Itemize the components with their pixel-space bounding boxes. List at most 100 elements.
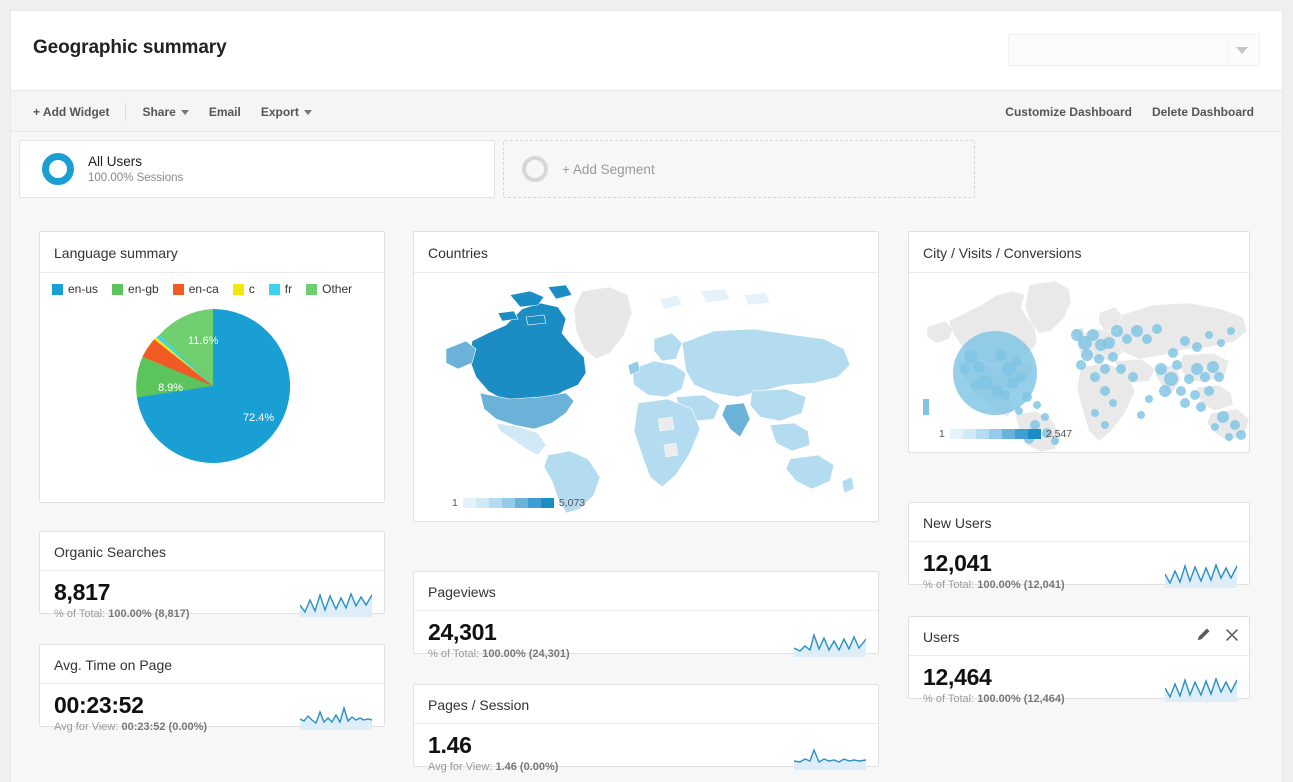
- toolbar-left-group: + Add Widget Share Email Export: [23, 91, 322, 133]
- metric-body: 1.46 Avg for View: 1.46 (0.00%): [414, 724, 878, 780]
- legend-label: c: [249, 282, 255, 296]
- pie-label-en-us: 72.4%: [243, 412, 274, 424]
- legend-gradient-bar: [950, 429, 1041, 439]
- delete-dashboard-label: Delete Dashboard: [1152, 105, 1254, 119]
- region-africa[interactable]: [634, 399, 700, 487]
- sparkline-pageviews: [794, 631, 866, 657]
- widget-pageviews: Pageviews 24,301 % of Total: 100.00% (24…: [413, 571, 879, 654]
- legend-label: en-us: [68, 282, 98, 296]
- legend-item-c[interactable]: c: [233, 282, 255, 296]
- legend-item-fr[interactable]: fr: [269, 282, 292, 296]
- widget-organic-searches: Organic Searches 8,817 % of Total: 100.0…: [39, 531, 385, 614]
- chevron-down-icon: [181, 110, 189, 115]
- widget-title: City / Visits / Conversions: [909, 232, 1249, 273]
- widget-title: New Users: [909, 503, 1249, 542]
- legend-swatch-icon: [173, 284, 184, 295]
- share-button[interactable]: Share: [132, 105, 198, 119]
- add-segment-label: + Add Segment: [562, 162, 655, 177]
- metric-sub-label: Avg for View:: [54, 721, 118, 733]
- legend-max: 5,073: [559, 497, 585, 509]
- widget-title: Pages / Session: [414, 685, 878, 724]
- city-bubble-map[interactable]: 1 2,547: [909, 273, 1249, 452]
- legend-item-en-us[interactable]: en-us: [52, 282, 98, 296]
- region-southeast-asia[interactable]: [770, 423, 810, 451]
- dashboard-grid: Language summary en-us en-gb en-ca c: [10, 206, 1283, 782]
- bubble-edge-marker: [923, 399, 929, 415]
- dashboard-toolbar: + Add Widget Share Email Export Customiz…: [10, 90, 1283, 132]
- pie-chart[interactable]: 72.4% 8.9% 11.6%: [40, 296, 386, 486]
- widget-title: Organic Searches: [40, 532, 384, 571]
- countries-map[interactable]: 1 5,073: [414, 273, 878, 521]
- region-australia[interactable]: [786, 455, 834, 489]
- add-segment-button[interactable]: + Add Segment: [503, 140, 975, 198]
- add-widget-button[interactable]: + Add Widget: [23, 105, 119, 119]
- region-china[interactable]: [750, 389, 806, 421]
- sparkline-pages-per-session: [794, 744, 866, 770]
- metric-body: 12,041 % of Total: 100.00% (12,041): [909, 542, 1249, 598]
- add-segment-donut-icon: [522, 156, 548, 182]
- region-arctic-misc: [660, 289, 770, 309]
- metric-sub-value: 100.00% (8,817): [108, 608, 189, 620]
- share-label: Share: [142, 105, 175, 119]
- region-russia-asia[interactable]: [682, 329, 850, 397]
- legend-swatch-icon: [233, 284, 244, 295]
- widget-avg-time-on-page: Avg. Time on Page 00:23:52 Avg for View:…: [39, 644, 385, 727]
- widget-title: Pageviews: [414, 572, 878, 611]
- legend-item-en-ca[interactable]: en-ca: [173, 282, 219, 296]
- widget-users: Users 12,464 % of Total: 100.00% (12,464…: [908, 616, 1250, 699]
- export-label: Export: [261, 105, 299, 119]
- widget-countries: Countries: [413, 231, 879, 522]
- widget-new-users: New Users 12,041 % of Total: 100.00% (12…: [908, 502, 1250, 585]
- chevron-down-icon: [1236, 47, 1248, 54]
- metric-sub-label: Avg for View:: [428, 761, 492, 773]
- world-choropleth-svg[interactable]: [414, 273, 878, 521]
- metric-body: 00:23:52 Avg for View: 00:23:52 (0.00%): [40, 684, 384, 740]
- segment-name: All Users: [88, 153, 183, 170]
- pie-label-other: 11.6%: [188, 335, 219, 347]
- legend-item-other[interactable]: Other: [306, 282, 352, 296]
- sparkline-new-users: [1165, 562, 1237, 588]
- world-bubble-svg[interactable]: [909, 273, 1249, 452]
- metric-body: 8,817 % of Total: 100.00% (8,817): [40, 571, 384, 627]
- legend-swatch-icon: [52, 284, 63, 295]
- legend-max: 2,547: [1046, 428, 1072, 440]
- pie-legend: en-us en-gb en-ca c fr: [40, 273, 370, 296]
- legend-min: 1: [939, 428, 945, 440]
- customize-dashboard-label: Customize Dashboard: [1005, 105, 1132, 119]
- toolbar-right-group: Customize Dashboard Delete Dashboard: [995, 91, 1264, 133]
- pencil-icon[interactable]: [1196, 627, 1211, 647]
- region-scandinavia[interactable]: [654, 333, 682, 361]
- dashboard-header: Geographic summary: [10, 10, 1283, 90]
- segment-all-users[interactable]: All Users 100.00% Sessions: [19, 140, 495, 198]
- customize-dashboard-button[interactable]: Customize Dashboard: [995, 105, 1142, 119]
- widget-pages-per-session: Pages / Session 1.46 Avg for View: 1.46 …: [413, 684, 879, 767]
- view-select-divider: [1227, 36, 1228, 64]
- legend-min: 1: [452, 497, 458, 509]
- export-button[interactable]: Export: [251, 105, 322, 119]
- legend-label: fr: [285, 282, 292, 296]
- widget-language-summary: Language summary en-us en-gb en-ca c: [39, 231, 385, 503]
- metric-body: 24,301 % of Total: 100.00% (24,301): [414, 611, 878, 667]
- region-new-zealand[interactable]: [842, 477, 854, 493]
- close-icon[interactable]: [1225, 628, 1239, 647]
- legend-label: Other: [322, 282, 352, 296]
- legend-item-en-gb[interactable]: en-gb: [112, 282, 159, 296]
- segment-sessions: 100.00% Sessions: [88, 171, 183, 186]
- region-greenland[interactable]: [574, 287, 632, 359]
- metric-sub-value: 1.46 (0.00%): [495, 761, 558, 773]
- region-europe[interactable]: [632, 361, 686, 397]
- metric-sub-value: 100.00% (24,301): [482, 648, 569, 660]
- legend-swatch-icon: [112, 284, 123, 295]
- delete-dashboard-button[interactable]: Delete Dashboard: [1142, 105, 1264, 119]
- region-united-states[interactable]: [480, 393, 574, 429]
- view-select-dropdown[interactable]: [1008, 34, 1260, 66]
- email-button[interactable]: Email: [199, 105, 251, 119]
- region-india[interactable]: [722, 403, 750, 437]
- widget-title: Countries: [414, 232, 878, 273]
- widget-title: Language summary: [40, 232, 384, 273]
- legend-label: en-gb: [128, 282, 159, 296]
- metric-sub-label: % of Total:: [428, 648, 479, 660]
- segment-donut-icon: [42, 153, 74, 185]
- page-title: Geographic summary: [33, 37, 227, 59]
- legend-label: en-ca: [189, 282, 219, 296]
